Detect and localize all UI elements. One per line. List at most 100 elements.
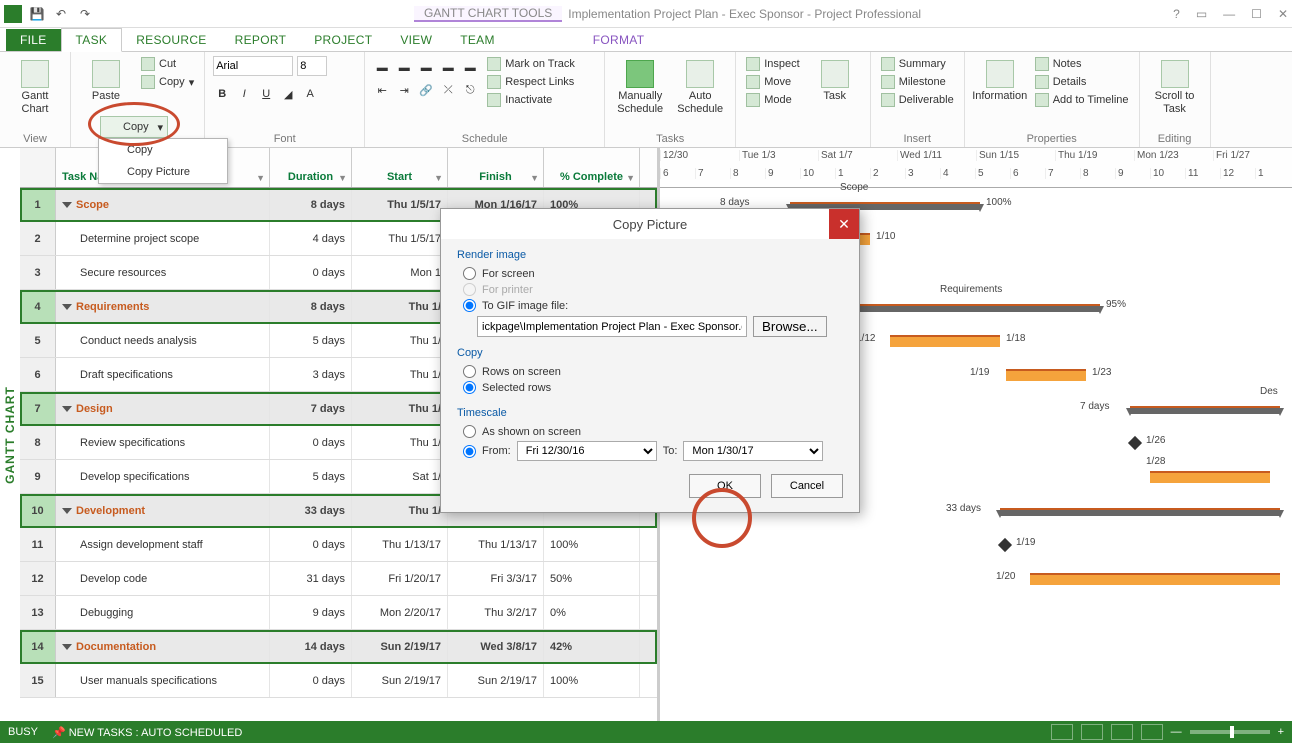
cell-duration[interactable]: 31 days <box>270 562 352 595</box>
tab-task[interactable]: TASK <box>61 28 123 52</box>
zoom-in-icon[interactable]: + <box>1278 726 1284 738</box>
cell-pct[interactable]: 0% <box>544 596 640 629</box>
row-number[interactable]: 4 <box>20 290 56 323</box>
cell-task[interactable]: Draft specifications <box>56 358 270 391</box>
inactivate-button[interactable]: Inactivate <box>485 92 577 108</box>
cell-duration[interactable]: 8 days <box>270 188 352 221</box>
notes-button[interactable]: Notes <box>1033 56 1131 72</box>
font-color-icon[interactable]: A <box>301 86 319 102</box>
indent-25-icon[interactable]: ▬ <box>395 60 413 76</box>
radio-selected-rows[interactable]: Selected rows <box>463 381 843 394</box>
cell-finish[interactable]: Thu 1/13/17 <box>448 528 544 561</box>
tab-view[interactable]: VIEW <box>386 29 446 51</box>
undo-icon[interactable]: ↶ <box>52 5 70 23</box>
font-size-input[interactable] <box>297 56 327 76</box>
gif-path-input[interactable] <box>477 316 747 337</box>
view-btn-1[interactable] <box>1051 724 1073 740</box>
cell-task[interactable]: Conduct needs analysis <box>56 324 270 357</box>
row-number[interactable]: 10 <box>20 494 56 527</box>
tab-report[interactable]: REPORT <box>221 29 301 51</box>
unlink-icon[interactable]: ⤫ <box>439 82 457 98</box>
header-start[interactable]: Start▼ <box>352 148 448 187</box>
collapse-arrow-icon[interactable] <box>62 508 72 514</box>
cell-task[interactable]: Requirements <box>56 290 270 323</box>
save-icon[interactable]: 💾 <box>28 5 46 23</box>
cell-task[interactable]: Develop specifications <box>56 460 270 493</box>
mark-on-track-button[interactable]: Mark on Track <box>485 56 577 72</box>
table-row[interactable]: 14 Documentation 14 days Sun 2/19/17 Wed… <box>20 630 657 664</box>
browse-button[interactable]: Browse... <box>753 316 827 337</box>
row-number[interactable]: 12 <box>20 562 56 595</box>
italic-icon[interactable]: I <box>235 86 253 102</box>
row-number[interactable]: 3 <box>20 256 56 289</box>
collapse-arrow-icon[interactable] <box>62 406 72 412</box>
cell-task[interactable]: User manuals specifications <box>56 664 270 697</box>
collapse-arrow-icon[interactable] <box>62 644 72 650</box>
task-button[interactable]: Task <box>808 56 862 107</box>
cell-duration[interactable]: 3 days <box>270 358 352 391</box>
tab-resource[interactable]: RESOURCE <box>122 29 220 51</box>
cell-start[interactable]: Thu 1/ <box>352 290 448 323</box>
cell-task[interactable]: Design <box>56 392 270 425</box>
row-number[interactable]: 11 <box>20 528 56 561</box>
cell-duration[interactable]: 7 days <box>270 392 352 425</box>
radio-from[interactable]: From: Fri 12/30/16 To: Mon 1/30/17 <box>463 441 843 461</box>
outdent-icon[interactable]: ⇤ <box>373 82 391 98</box>
table-row[interactable]: 12 Develop code 31 days Fri 1/20/17 Fri … <box>20 562 657 596</box>
ribbon-toggle-icon[interactable]: ▭ <box>1196 7 1207 21</box>
chevron-down-icon[interactable]: ▼ <box>434 173 443 183</box>
cell-task[interactable]: Review specifications <box>56 426 270 459</box>
cell-start[interactable]: Sun 2/19/17 <box>352 630 448 663</box>
cell-start[interactable]: Thu 1/ <box>352 324 448 357</box>
row-number[interactable]: 9 <box>20 460 56 493</box>
cell-start[interactable]: Thu 1/13/17 <box>352 528 448 561</box>
cell-pct[interactable]: 42% <box>544 630 640 663</box>
dialog-close-button[interactable]: ✕ <box>829 209 859 239</box>
row-number[interactable]: 5 <box>20 324 56 357</box>
cell-duration[interactable]: 9 days <box>270 596 352 629</box>
cell-duration[interactable]: 14 days <box>270 630 352 663</box>
cell-task[interactable]: Debugging <box>56 596 270 629</box>
zoom-out-icon[interactable]: — <box>1171 726 1182 738</box>
split-icon[interactable]: ⎋ <box>461 82 479 98</box>
cell-start[interactable]: Thu 1/ <box>352 494 448 527</box>
view-btn-3[interactable] <box>1111 724 1133 740</box>
view-btn-2[interactable] <box>1081 724 1103 740</box>
cell-duration[interactable]: 0 days <box>270 426 352 459</box>
menu-copy[interactable]: Copy <box>99 139 227 161</box>
header-pct[interactable]: % Complete▼ <box>544 148 640 187</box>
indent-75-icon[interactable]: ▬ <box>439 60 457 76</box>
move-button[interactable]: Move <box>744 74 801 90</box>
chevron-down-icon[interactable]: ▼ <box>530 173 539 183</box>
close-icon[interactable]: ✕ <box>1278 7 1288 21</box>
chevron-down-icon[interactable]: ▼ <box>338 173 347 183</box>
tab-file[interactable]: FILE <box>6 29 61 51</box>
row-number[interactable]: 13 <box>20 596 56 629</box>
dialog-titlebar[interactable]: Copy Picture ✕ <box>441 209 859 239</box>
cell-start[interactable]: Thu 1/ <box>352 358 448 391</box>
respect-links-button[interactable]: Respect Links <box>485 74 577 90</box>
cell-start[interactable]: Thu 1/5/17 <box>352 188 448 221</box>
table-row[interactable]: 15 User manuals specifications 0 days Su… <box>20 664 657 698</box>
cell-duration[interactable]: 0 days <box>270 528 352 561</box>
collapse-arrow-icon[interactable] <box>62 304 72 310</box>
cell-start[interactable]: Mon 2/20/17 <box>352 596 448 629</box>
row-number[interactable]: 7 <box>20 392 56 425</box>
font-name-input[interactable] <box>213 56 293 76</box>
cell-start[interactable]: Sat 1/ <box>352 460 448 493</box>
cell-duration[interactable]: 0 days <box>270 664 352 697</box>
link-icon[interactable]: 🔗 <box>417 82 435 98</box>
bold-icon[interactable]: B <box>213 86 231 102</box>
cell-duration[interactable]: 0 days <box>270 256 352 289</box>
view-btn-4[interactable] <box>1141 724 1163 740</box>
cell-pct[interactable]: 50% <box>544 562 640 595</box>
radio-for-printer[interactable]: For printer <box>463 283 843 296</box>
indent-0-icon[interactable]: ▬ <box>373 60 391 76</box>
row-number[interactable]: 15 <box>20 664 56 697</box>
underline-icon[interactable]: U <box>257 86 275 102</box>
row-number[interactable]: 8 <box>20 426 56 459</box>
fill-color-icon[interactable]: ◢ <box>279 86 297 102</box>
ok-button[interactable]: OK <box>689 474 761 498</box>
table-row[interactable]: 13 Debugging 9 days Mon 2/20/17 Thu 3/2/… <box>20 596 657 630</box>
cell-duration[interactable]: 33 days <box>270 494 352 527</box>
